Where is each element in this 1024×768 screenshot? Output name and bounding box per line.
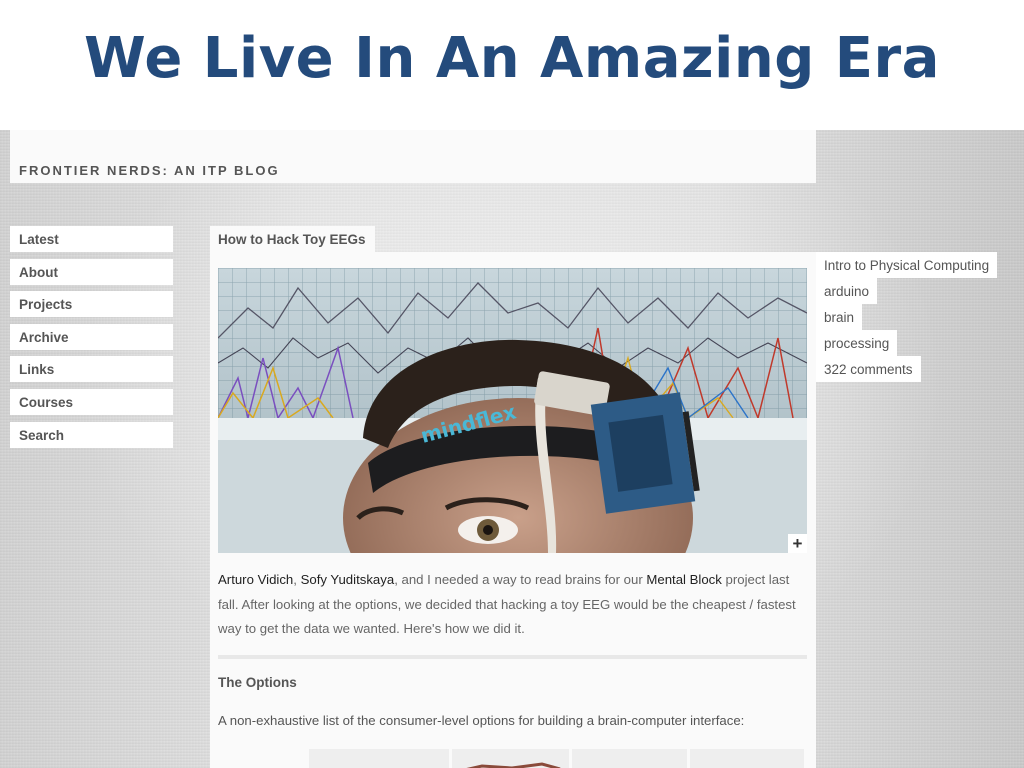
intro-mid: , and I needed a way to read brains for … — [394, 572, 647, 587]
table-cell — [690, 749, 804, 768]
nav-item-courses[interactable]: Courses — [10, 388, 173, 415]
eeg-headband-photo: mindflex — [218, 268, 807, 553]
table-cell — [572, 749, 687, 768]
nav-item-about[interactable]: About — [10, 258, 173, 285]
post-title[interactable]: How to Hack Toy EEGs — [210, 226, 375, 253]
nav-item-archive[interactable]: Archive — [10, 323, 173, 350]
blog-title[interactable]: FRONTIER NERDS: AN ITP BLOG — [19, 163, 280, 178]
expand-image-button[interactable]: + — [788, 534, 807, 553]
post-content: mindflex + Arturo Vidich, Sofy Yuditskay… — [210, 252, 816, 768]
intro-sep: , — [293, 572, 301, 587]
tag-processing[interactable]: processing — [816, 330, 898, 356]
product-image — [466, 762, 561, 768]
project-link-mental-block[interactable]: Mental Block — [646, 572, 722, 587]
section-title: The Options — [218, 675, 297, 690]
nav-item-projects[interactable]: Projects — [10, 291, 173, 318]
post-image[interactable]: mindflex + — [218, 268, 807, 553]
nav-item-search[interactable]: Search — [10, 421, 173, 448]
section-text: A non-exhaustive list of the consumer-le… — [218, 713, 745, 728]
author-link-sofy[interactable]: Sofy Yuditskaya — [301, 572, 395, 587]
table-cell — [309, 749, 449, 768]
section-divider — [218, 655, 807, 659]
product-image — [690, 749, 804, 768]
comments-link[interactable]: 322 comments — [816, 356, 921, 382]
table-cell — [452, 749, 569, 768]
tag-intro-physical-computing[interactable]: Intro to Physical Computing — [816, 252, 998, 278]
tag-brain[interactable]: brain — [816, 304, 863, 330]
browser-screenshot: FRONTIER NERDS: AN ITP BLOG Latest About… — [0, 130, 1024, 768]
sidebar-nav: Latest About Projects Archive Links Cour… — [10, 226, 173, 454]
slide-title: We Live In An Amazing Era — [84, 26, 940, 91]
blog-header: FRONTIER NERDS: AN ITP BLOG — [10, 130, 816, 183]
nav-item-links[interactable]: Links — [10, 356, 173, 383]
author-link-arturo[interactable]: Arturo Vidich — [218, 572, 293, 587]
post-intro: Arturo Vidich, Sofy Yuditskaya, and I ne… — [218, 568, 810, 642]
nav-item-latest[interactable]: Latest — [10, 226, 173, 252]
tag-arduino[interactable]: arduino — [816, 278, 878, 304]
